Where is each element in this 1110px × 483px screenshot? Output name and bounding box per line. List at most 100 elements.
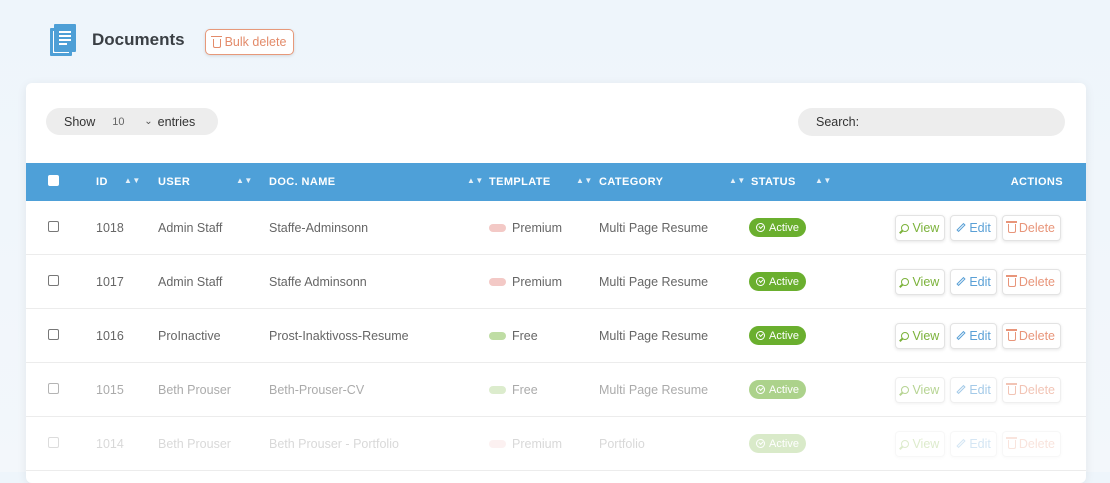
- template-label: Premium: [512, 274, 563, 289]
- delete-button[interactable]: Delete: [1001, 268, 1061, 295]
- doc-name: Prost-Inaktivoss-Resume: [269, 328, 409, 343]
- page-title: Documents: [92, 30, 185, 49]
- delete-label: Delete: [1018, 220, 1055, 235]
- delete-label: Delete: [1018, 328, 1055, 343]
- magnifier-icon: [901, 331, 910, 340]
- edit-label: Edit: [969, 274, 991, 289]
- chevron-down-icon[interactable]: ⌄: [144, 116, 152, 127]
- row-checkbox[interactable]: [48, 274, 59, 286]
- row-actions: View Edit Delete: [855, 214, 1086, 241]
- pencil-icon: [956, 330, 966, 341]
- column-header-template[interactable]: TEMPLATE ▲▼: [482, 163, 592, 201]
- page-size-control: Show 10 ⌄ entries: [46, 108, 218, 135]
- status-badge: Active: [749, 218, 806, 237]
- template-cell: Premium: [489, 221, 592, 235]
- column-header-status[interactable]: STATUS ▲▼: [745, 163, 855, 201]
- template-pill: [489, 439, 506, 448]
- delete-button[interactable]: Delete: [1001, 322, 1061, 349]
- edit-label: Edit: [969, 382, 991, 397]
- documents-card: Show 10 ⌄ entries Search: ID ▲▼ USER ▲▼ DO…: [26, 83, 1086, 483]
- check-circle-icon: [756, 277, 765, 286]
- check-circle-icon: [756, 223, 765, 232]
- status-label: Active: [769, 437, 799, 450]
- user-name: Beth Prouser: [158, 382, 231, 397]
- delete-button[interactable]: Delete: [1001, 430, 1061, 457]
- template-cell: Premium: [489, 275, 592, 289]
- template-label: Premium: [512, 436, 563, 451]
- doc-name: Beth Prouser - Portfolio: [269, 436, 399, 451]
- template-label: Free: [512, 382, 538, 397]
- magnifier-icon: [901, 439, 910, 448]
- doc-id: 1015: [96, 382, 124, 397]
- magnifier-icon: [901, 385, 910, 394]
- delete-button[interactable]: Delete: [1001, 214, 1061, 241]
- template-cell: Premium: [489, 437, 592, 451]
- column-header-doc-name[interactable]: DOC. NAME ▲▼: [262, 163, 483, 201]
- column-header-category[interactable]: CATEGORY ▲▼: [592, 163, 745, 201]
- category: Multi Page Resume: [599, 328, 709, 343]
- status-badge: Active: [749, 272, 806, 291]
- pencil-icon: [956, 384, 966, 395]
- trash-icon: [1005, 329, 1017, 341]
- magnifier-icon: [901, 223, 910, 232]
- view-label: View: [912, 382, 940, 397]
- sort-icon: ▲▼: [576, 176, 593, 185]
- delete-label: Delete: [1018, 382, 1055, 397]
- view-button[interactable]: View: [895, 268, 946, 295]
- pencil-icon: [956, 438, 966, 449]
- doc-id: 1018: [96, 220, 124, 235]
- edit-button[interactable]: Edit: [950, 430, 997, 457]
- check-circle-icon: [756, 331, 765, 340]
- row-actions: View Edit Delete: [855, 376, 1086, 403]
- view-button[interactable]: View: [895, 430, 946, 457]
- table-row: 1018 Admin Staff Staffe-Adminsonn Premiu…: [26, 201, 1086, 255]
- bulk-delete-label: Bulk delete: [224, 35, 287, 49]
- category: Multi Page Resume: [599, 274, 709, 289]
- search-control: Search:: [798, 108, 1065, 136]
- row-checkbox[interactable]: [48, 328, 59, 340]
- delete-label: Delete: [1018, 436, 1055, 451]
- user-name: Beth Prouser: [158, 436, 231, 451]
- row-checkbox[interactable]: [48, 436, 59, 448]
- edit-label: Edit: [969, 436, 991, 451]
- column-header-user[interactable]: USER ▲▼: [151, 163, 262, 201]
- row-checkbox[interactable]: [48, 220, 59, 232]
- user-name: ProInactive: [158, 328, 221, 343]
- column-header-id[interactable]: ID ▲▼: [96, 163, 151, 201]
- edit-label: Edit: [969, 328, 991, 343]
- edit-button[interactable]: Edit: [950, 214, 997, 241]
- sort-icon: ▲▼: [236, 176, 253, 185]
- view-button[interactable]: View: [895, 214, 946, 241]
- table-row: 1015 Beth Prouser Beth-Prouser-CV Free M…: [26, 362, 1086, 417]
- user-name: Admin Staff: [158, 274, 223, 289]
- edit-button[interactable]: Edit: [950, 322, 997, 349]
- select-all-checkbox[interactable]: [48, 175, 59, 186]
- search-input[interactable]: [865, 109, 1065, 135]
- delete-button[interactable]: Delete: [1001, 376, 1061, 403]
- bulk-delete-button[interactable]: Bulk delete: [204, 29, 295, 55]
- template-label: Premium: [512, 220, 563, 235]
- table-row: 1017 Admin Staff Staffe Adminsonn Premiu…: [26, 254, 1086, 309]
- category: Multi Page Resume: [599, 382, 709, 397]
- documents-table: ID ▲▼ USER ▲▼ DOC. NAME ▲▼ TEMPLATE ▲▼ CATEG…: [26, 163, 1086, 471]
- table-row: 1016 ProInactive Prost-Inaktivoss-Resume…: [26, 308, 1086, 363]
- pencil-icon: [956, 276, 966, 287]
- doc-id: 1016: [96, 328, 124, 343]
- entries-label: entries: [157, 114, 196, 129]
- edit-label: Edit: [969, 220, 991, 235]
- page-size-select[interactable]: 10: [112, 116, 134, 128]
- edit-button[interactable]: Edit: [950, 376, 997, 403]
- template-pill: [489, 223, 506, 232]
- user-name: Admin Staff: [158, 220, 223, 235]
- search-label: Search:: [816, 115, 860, 129]
- status-badge: Active: [749, 326, 806, 345]
- row-checkbox[interactable]: [48, 382, 59, 394]
- view-label: View: [912, 436, 940, 451]
- documents-icon: [48, 22, 78, 58]
- trash-icon: [1005, 275, 1017, 287]
- doc-id: 1017: [96, 274, 124, 289]
- template-cell: Free: [489, 329, 592, 343]
- edit-button[interactable]: Edit: [950, 268, 997, 295]
- view-button[interactable]: View: [895, 322, 946, 349]
- view-button[interactable]: View: [895, 376, 946, 403]
